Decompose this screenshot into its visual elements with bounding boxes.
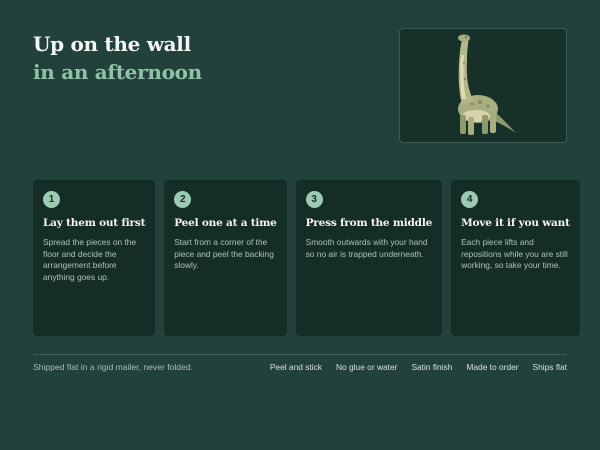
- footer-divider: [33, 354, 567, 355]
- step-card-1: 1 Lay them out first Spread the pieces o…: [33, 180, 156, 336]
- feature-tag: Ships flat: [532, 362, 567, 372]
- step-title: Move it if you want: [461, 217, 570, 229]
- feature-tag: Satin finish: [411, 362, 453, 372]
- title-line-2: in an afternoon: [33, 60, 202, 84]
- steps-list: 1 Lay them out first Spread the pieces o…: [33, 180, 580, 336]
- step-description: Start from a corner of the piece and pee…: [174, 237, 274, 271]
- feature-tags: Peel and stick No glue or water Satin fi…: [270, 362, 567, 372]
- step-number-badge: 4: [461, 191, 479, 208]
- feature-tag: Made to order: [466, 362, 519, 372]
- hero-image: [399, 28, 567, 143]
- step-description: Each piece lifts and repositions while y…: [461, 237, 568, 271]
- step-title: Peel one at a time: [174, 217, 277, 229]
- step-card-4: 4 Move it if you want Each piece lifts a…: [451, 180, 580, 336]
- step-number-badge: 3: [305, 191, 323, 208]
- page-title: Up on the wall in an afternoon: [33, 30, 202, 86]
- step-number-badge: 2: [174, 191, 192, 208]
- step-description: Spread the pieces on the floor and decid…: [43, 237, 137, 282]
- feature-tag: Peel and stick: [269, 362, 322, 372]
- step-title: Lay them out first: [43, 217, 146, 229]
- step-card-2: 2 Peel one at a time Start from a corner…: [164, 180, 287, 336]
- step-title: Press from the middle: [305, 217, 433, 229]
- step-number-badge: 1: [43, 191, 60, 208]
- shipping-note: Shipped flat in a rigid mailer, never fo…: [33, 362, 194, 372]
- step-card-3: 3 Press from the middle Smooth outwards …: [295, 180, 443, 336]
- feature-tag: No glue or water: [335, 362, 398, 372]
- brachiosaurus-icon: [458, 34, 516, 135]
- title-line-1: Up on the wall: [33, 32, 191, 56]
- step-description: Smooth outwards with your hand so no air…: [305, 237, 428, 259]
